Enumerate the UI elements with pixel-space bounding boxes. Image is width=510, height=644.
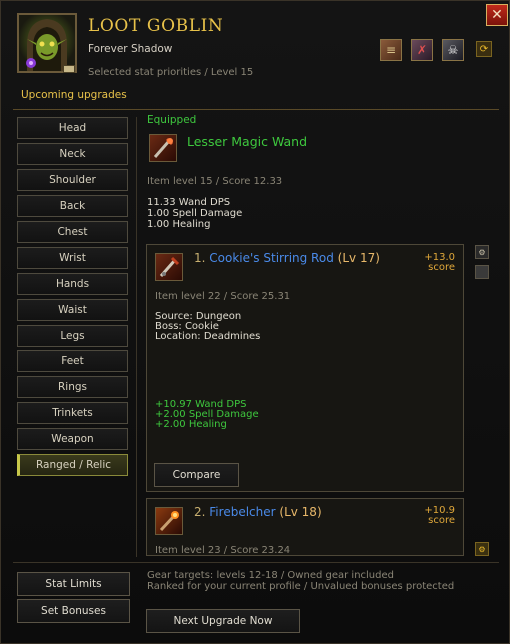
upgrade-source: Source: Dungeon Boss: Cookie Location: D… <box>155 312 260 342</box>
footer-note: Gear targets: levels 12-18 / Owned gear … <box>147 570 454 592</box>
upgrade-card: 2. Firebelcher (Lv 18) +10.9 score Item … <box>146 498 464 556</box>
slot-button-chest[interactable]: Chest <box>17 221 128 243</box>
window-title: LOOT GOBLIN <box>88 16 224 36</box>
gear-glyph: ⚙ <box>478 544 486 554</box>
close-icon: ✕ <box>491 7 503 23</box>
gear-icon[interactable]: ⚙ <box>475 245 489 259</box>
upgrade-rank: 1. <box>194 251 206 265</box>
slot-button-back[interactable]: Back <box>17 195 128 217</box>
slot-button-wrist[interactable]: Wrist <box>17 247 128 269</box>
footer-note-line: Ranked for your current profile / Unvalu… <box>147 581 455 592</box>
upgrade-item-level: (Lv 17) <box>337 251 380 265</box>
upgrade-item-name: Cookie's Stirring Rod <box>209 251 334 265</box>
next-upgrade-button[interactable]: Next Upgrade Now <box>146 609 300 633</box>
goblin-portrait <box>17 13 77 73</box>
character-name: Forever Shadow <box>88 43 173 55</box>
score-delta: +13.0 score <box>424 253 455 273</box>
footer-divider <box>13 562 499 563</box>
slot-button-weapon[interactable]: Weapon <box>17 428 128 450</box>
stat-limits-button[interactable]: Stat Limits <box>17 572 130 596</box>
rod-icon[interactable] <box>155 253 183 281</box>
rod-graphic <box>159 256 180 277</box>
list-divider <box>136 117 137 557</box>
score-unit: score <box>428 515 455 526</box>
slot-button-trinkets[interactable]: Trinkets <box>17 402 128 424</box>
gain-line: +2.00 Healing <box>155 419 227 430</box>
scroll-glyph: ≡ <box>385 43 397 57</box>
slot-button-shoulder[interactable]: Shoulder <box>17 169 128 191</box>
upgrade-title[interactable]: 1. Cookie's Stirring Rod (Lv 17) <box>194 251 380 265</box>
section-label: Upcoming upgrades <box>21 89 127 101</box>
goblin-face-icon <box>26 19 67 71</box>
upgrade-meta: Item level 23 / Score 23.24 <box>155 545 291 556</box>
upgrade-rank: 2. <box>194 505 206 519</box>
equipped-stats: 11.33 Wand DPS 1.00 Spell Damage 1.00 He… <box>147 197 242 230</box>
slot-button-ranged-relic[interactable]: Ranged / Relic <box>17 454 128 476</box>
cycle-glyph: ⟳ <box>479 43 489 55</box>
slot-button-waist[interactable]: Waist <box>17 299 128 321</box>
firebelcher-graphic <box>159 511 179 532</box>
footer-note-line: Gear targets: levels 12-18 / Owned gear … <box>147 570 394 581</box>
equipped-stat: 1.00 Healing <box>147 219 211 230</box>
upgrade-card: 1. Cookie's Stirring Rod (Lv 17) +13.0 s… <box>146 244 464 492</box>
close-button[interactable]: ✕ <box>486 4 508 26</box>
wand-icon[interactable] <box>149 134 177 162</box>
section-divider <box>13 109 499 110</box>
equipped-stat: 1.00 Spell Damage <box>147 208 243 219</box>
score-unit: score <box>428 262 455 273</box>
level-badge <box>63 65 75 73</box>
skull-glyph: ☠ <box>447 43 459 57</box>
equipped-label: Equipped <box>147 114 197 126</box>
slot-button-hands[interactable]: Hands <box>17 273 128 295</box>
square-icon[interactable] <box>475 265 489 279</box>
tool-icon[interactable]: ✗ <box>411 39 433 61</box>
slot-button-neck[interactable]: Neck <box>17 143 128 165</box>
stat-priorities-note: Selected stat priorities / Level 15 <box>88 67 254 78</box>
upgrade-item-level: (Lv 18) <box>279 505 322 519</box>
skull-icon[interactable]: ☠ <box>442 39 464 61</box>
upgrade-meta: Item level 22 / Score 25.31 <box>155 291 291 302</box>
scroll-icon[interactable]: ≡ <box>380 39 402 61</box>
tool-glyph: ✗ <box>416 43 428 57</box>
loot-goblin-window: LOOT GOBLIN Forever Shadow Selected stat… <box>0 0 510 644</box>
upgrade-gains: +10.97 Wand DPS +2.00 Spell Damage +2.00… <box>155 400 259 430</box>
upgrade-item-name: Firebelcher <box>209 505 276 519</box>
compare-button[interactable]: Compare <box>154 463 239 487</box>
wand-graphic <box>153 137 174 158</box>
slot-button-feet[interactable]: Feet <box>17 350 128 372</box>
score-delta: +10.9 score <box>424 506 455 526</box>
slot-button-head[interactable]: Head <box>17 117 128 139</box>
firebelcher-icon[interactable] <box>155 507 183 535</box>
upgrade-title[interactable]: 2. Firebelcher (Lv 18) <box>194 505 322 519</box>
cycle-icon[interactable]: ⟳ <box>476 41 492 57</box>
gear-glyph: ⚙ <box>478 247 486 257</box>
slot-button-legs[interactable]: Legs <box>17 325 128 347</box>
source-line: Location: Deadmines <box>155 331 261 342</box>
set-bonuses-button[interactable]: Set Bonuses <box>17 599 130 623</box>
equipped-stat: 11.33 Wand DPS <box>147 197 231 208</box>
slot-button-rings[interactable]: Rings <box>17 376 128 398</box>
equipped-item-meta: Item level 15 / Score 12.33 <box>147 176 283 187</box>
equipped-item-name[interactable]: Lesser Magic Wand <box>187 134 307 149</box>
gear-icon[interactable]: ⚙ <box>475 542 489 556</box>
